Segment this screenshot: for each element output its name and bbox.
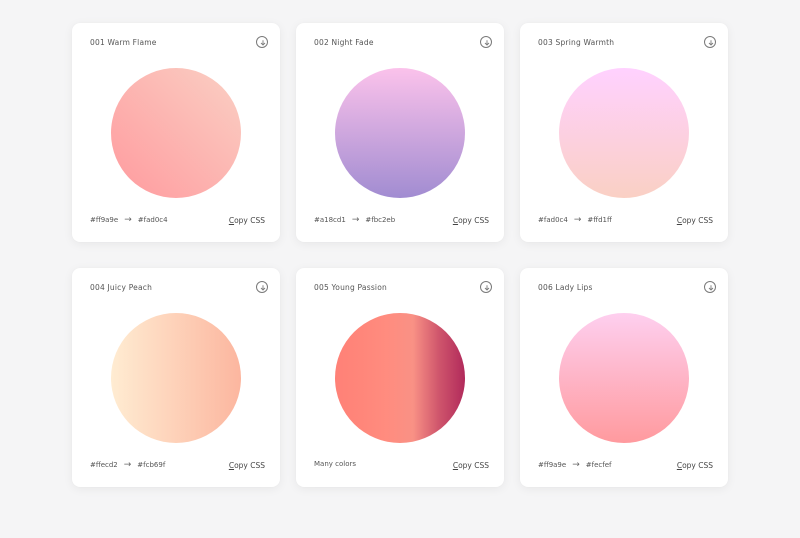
download-icon[interactable] — [704, 36, 716, 48]
to-color: #fbc2eb — [365, 216, 396, 224]
from-color: #fad0c4 — [538, 216, 568, 224]
copy-css-button[interactable]: Copy CSS — [229, 461, 265, 470]
color-codes: #ff9a9e → #fad0c4 — [90, 215, 168, 225]
from-color: #ffecd2 — [90, 461, 118, 469]
color-codes: Many colors — [314, 460, 356, 468]
copy-css-button[interactable]: Copy CSS — [453, 461, 489, 470]
card-title: 002 Night Fade — [314, 38, 374, 47]
gradient-swatch[interactable] — [111, 313, 241, 443]
copy-css-button[interactable]: Copy CSS — [229, 216, 265, 225]
card-title: 001 Warm Flame — [90, 38, 157, 47]
arrow-right-icon: → — [123, 460, 132, 470]
color-codes: #ffecd2 → #fcb69f — [90, 460, 165, 470]
color-codes: #fad0c4 → #ffd1ff — [538, 215, 612, 225]
download-icon[interactable] — [480, 36, 492, 48]
gradient-card: 006 Lady Lips #ff9a9e → #fecfef Copy CSS — [520, 268, 728, 487]
gradient-card: 002 Night Fade #a18cd1 → #fbc2eb Copy CS… — [296, 23, 504, 242]
to-color: #fad0c4 — [137, 216, 168, 224]
gradient-swatch[interactable] — [111, 68, 241, 198]
color-codes: #ff9a9e → #fecfef — [538, 460, 611, 470]
gradient-swatch[interactable] — [335, 313, 465, 443]
copy-css-button[interactable]: Copy CSS — [453, 216, 489, 225]
gradient-card: 005 Young Passion Many colors Copy CSS — [296, 268, 504, 487]
card-title: 004 Juicy Peach — [90, 283, 153, 292]
card-title: 006 Lady Lips — [538, 283, 593, 292]
download-icon[interactable] — [256, 36, 268, 48]
gradient-swatch[interactable] — [335, 68, 465, 198]
arrow-right-icon: → — [572, 460, 580, 470]
to-color: #fcb69f — [137, 461, 166, 469]
arrow-right-icon: → — [124, 215, 132, 225]
to-color: #ffd1ff — [587, 216, 612, 224]
gradient-swatch[interactable] — [559, 68, 689, 198]
copy-css-button[interactable]: Copy CSS — [677, 461, 713, 470]
download-icon[interactable] — [480, 281, 492, 293]
gradient-card: 001 Warm Flame #ff9a9e → #fad0c4 Copy CS… — [72, 23, 280, 242]
download-icon[interactable] — [704, 281, 716, 293]
from-color: #ff9a9e — [90, 216, 119, 224]
copy-css-button[interactable]: Copy CSS — [677, 216, 713, 225]
arrow-right-icon: → — [351, 215, 360, 225]
from-color: #a18cd1 — [314, 216, 346, 224]
download-icon[interactable] — [256, 281, 268, 293]
gradient-card: 003 Spring Warmth #fad0c4 → #ffd1ff Copy… — [520, 23, 728, 242]
to-color: #fecfef — [585, 461, 612, 469]
card-title: 003 Spring Warmth — [538, 38, 615, 47]
from-color: #ff9a9e — [538, 461, 567, 469]
many-colors-label: Many colors — [314, 460, 357, 468]
gradient-swatch[interactable] — [559, 313, 689, 443]
arrow-right-icon: → — [573, 215, 582, 225]
gradient-card: 004 Juicy Peach #ffecd2 → #fcb69f Copy C… — [72, 268, 280, 487]
color-codes: #a18cd1 → #fbc2eb — [314, 215, 395, 225]
card-title: 005 Young Passion — [314, 283, 387, 292]
